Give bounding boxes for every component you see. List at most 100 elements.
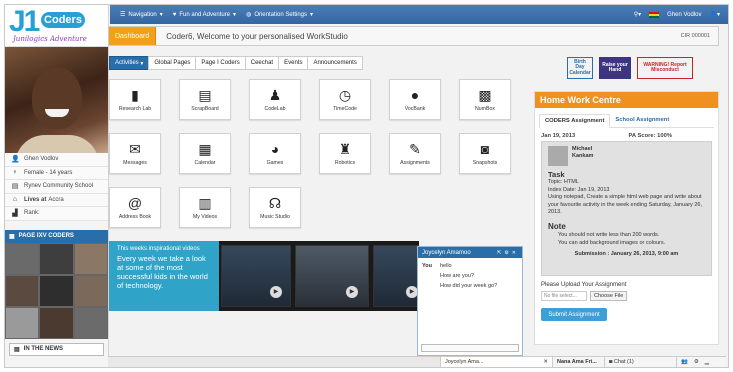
tile-messages[interactable]: ✉ Messages [109,133,161,174]
file-input[interactable]: No file select... [541,291,587,301]
user-menu-icon[interactable]: 👤▾ [710,11,720,18]
coder-thumb[interactable] [39,306,74,339]
chat-message: How are you? [440,273,474,279]
chat-header[interactable]: Joycelyn Amamoo ⇱⚙✕ [418,247,522,258]
video-thumbnail[interactable]: ▶ [373,245,419,307]
video-thumbnail[interactable]: ▶ [221,245,291,307]
chat-open-button[interactable]: ◙ Chat (1) [604,356,676,367]
tile-games[interactable]: ◕ Games [249,133,301,174]
coder-thumb[interactable] [39,242,74,275]
tile-label: CodeLab [264,105,286,112]
search-icon[interactable]: ⚲▾ [634,11,641,18]
nav-fun-adventure[interactable]: ♥ Fun and Adventure ▾ [172,11,236,19]
topnav-right: ⚲▾ Ghen Vodlov 👤▾ [634,11,728,18]
coder-thumb[interactable] [5,242,40,275]
dashboard-button[interactable]: Dashboard [109,27,157,45]
chat-tab-label: Nana Ama Fri... [557,359,597,365]
birthday-calendar-button[interactable]: Birth Day Calendar [567,57,593,79]
logo-brand: Coders [41,12,85,28]
minimize-icon[interactable]: ▁ [705,359,709,365]
tile-calendar[interactable]: ▦ Calendar [179,133,231,174]
tile-vocbank[interactable]: ● VocBank [389,79,441,120]
tab-coders-assignment[interactable]: CODERS Assignment [539,114,611,128]
task-heading: Task [548,170,565,179]
tab-school-assignment[interactable]: School Assignment [610,114,674,127]
tile-label: VocBank [404,105,426,112]
tab-ceechat[interactable]: Ceechat [244,56,280,70]
top-navigation: ☰ Navigation ▾ ♥ Fun and Adventure ▾ ◍ Orient… [110,5,728,24]
coder-thumb[interactable] [39,274,74,307]
nav-orientation-settings[interactable]: ◍ Orientation Settings ▾ [246,11,313,19]
tile-label: Snapshots [472,159,498,166]
coder-thumb[interactable] [73,306,108,339]
tile-snapshots[interactable]: ◙ Snapshots [459,133,511,174]
tile-codelab[interactable]: ♟ CodeLab [249,79,301,120]
nav-navigation[interactable]: ☰ Navigation ▾ [120,11,163,19]
gender-icon: ♀ [12,169,18,177]
homework-title: Home Work Centre [535,92,718,108]
chat-message: How did your week go? [440,283,498,289]
raise-hand-button[interactable]: Raise your Hand [599,57,631,79]
tile-label: Research Lab [118,105,152,112]
cube-icon: ▩ [478,86,492,103]
camera-icon: ◙ [480,140,490,157]
tile-assignments[interactable]: ✎ Assignments [389,133,441,174]
chat-bar-icons[interactable]: 👥 ⚙ ▁ [676,356,726,367]
submit-assignment-button[interactable]: Submit Assignment [541,308,607,321]
chat-tab[interactable]: Nana Ama Fri... [552,356,604,367]
video-thumbnail[interactable]: ▶ [295,245,369,307]
tab-activities[interactable]: Activities ▾ [109,56,150,70]
coder-thumb[interactable] [5,306,40,339]
welcome-message: Coder6, Welcome to your personalised Wor… [166,31,348,41]
tile-robotics[interactable]: ♜ Robotics [319,133,371,174]
tile-label: Robotics [334,159,356,166]
tab-global-pages[interactable]: Global Pages [148,56,197,70]
choose-file-button[interactable]: Choose File [590,291,628,301]
tile-scrapboard[interactable]: ▤ ScrapBoard [179,79,231,120]
tile-music-studio[interactable]: ☊ Music Studio [249,187,301,228]
photo-face [32,67,82,129]
task-topic: Topic: HTML [548,179,579,185]
heart-icon: ♥ [172,11,177,18]
nav-fun-label: Fun and Adventure [179,11,231,18]
tile-research-lab[interactable]: ▮ Research Lab [109,79,161,120]
coder-thumb[interactable] [5,274,40,307]
close-icon[interactable]: ✕ [543,359,548,365]
header-bar: Dashboard Coder6, Welcome to your person… [108,26,719,46]
user-icon: 👤 [11,156,20,164]
tile-timecode[interactable]: ◷ TimeCode [319,79,371,120]
chat-input[interactable] [421,344,519,352]
chat-window-controls[interactable]: ⇱⚙✕ [497,250,522,256]
profile-photo [5,47,108,153]
coder-thumb[interactable] [73,242,108,275]
play-icon[interactable]: ▶ [346,286,358,298]
settings-icon[interactable]: ⚙ [694,359,699,365]
calendar-icon: ▦ [198,140,212,157]
chat-tab[interactable]: Joycelyn Ama... ✕ [440,356,552,367]
coder-thumb[interactable] [73,274,108,307]
app-logo[interactable]: J1 Coders Junilogics Adventure [5,5,108,47]
report-misconduct-button[interactable]: WARNING! Report Misconduct [637,57,693,79]
pa-score: PA Score: 100% [628,133,673,139]
upload-label: Please Upload Your Assignment [541,282,627,288]
profile-gender-row: ♀ Female - 14 years [5,166,108,180]
topnav-user-name[interactable]: Ghen Vodlov [667,12,701,18]
tile-my-videos[interactable]: ▥ My Videos [179,187,231,228]
tile-address-book[interactable]: @ Address Book [109,187,161,228]
coders-section-header[interactable]: ▦ PAGE IXV CODERS [5,229,108,243]
users-icon[interactable]: 👥 [681,359,688,365]
chat-sender: You [422,263,432,269]
tab-events[interactable]: Events [278,56,309,70]
homework-tabs: CODERS Assignment School Assignment [539,114,714,128]
ghana-flag-icon[interactable] [649,11,660,18]
tab-page-i-coders[interactable]: Page I Coders [195,56,246,70]
play-icon[interactable]: ▶ [270,286,282,298]
tab-announcements[interactable]: Announcements [307,56,363,70]
chat-bar: Joycelyn Ama... ✕ Nana Ama Fri... ◙ Chat … [108,356,726,367]
promo-text: Every week we take a look at some of the… [117,254,208,290]
chat-contact-name: Joycelyn Amamoo [422,249,471,256]
news-button[interactable]: ▤ IN THE NEWS [9,342,104,356]
tile-numbox[interactable]: ▩ NumBox [459,79,511,120]
tile-label: TimeCode [333,105,357,112]
video-banner: This weeks inspirational videos Every we… [109,241,419,311]
